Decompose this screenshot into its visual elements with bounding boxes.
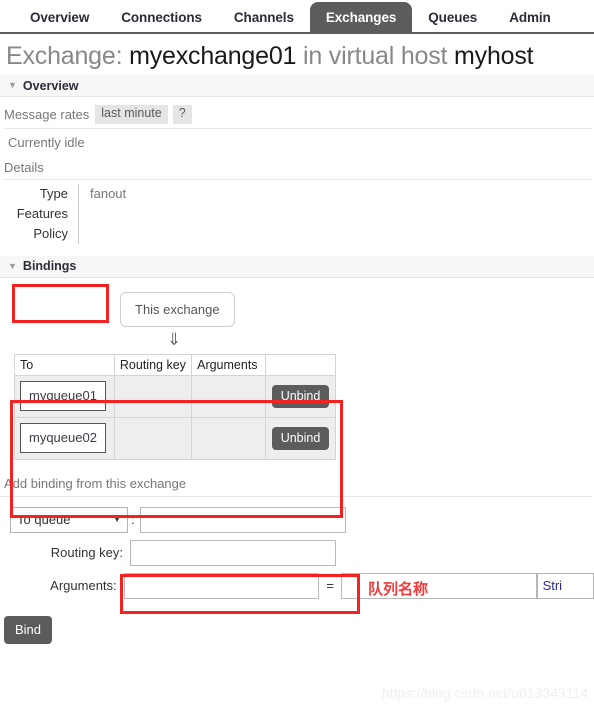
arguments-equals-sign: =: [326, 578, 334, 594]
this-exchange-node: This exchange: [120, 291, 235, 327]
cell-action-1: Unbind: [265, 416, 336, 460]
page-title-middle: in virtual host: [303, 42, 448, 70]
unbind-button-0[interactable]: Unbind: [271, 384, 330, 408]
help-icon[interactable]: ?: [172, 105, 192, 124]
routing-key-label: Routing key:: [50, 545, 123, 561]
argument-type-value: Stri: [542, 578, 563, 594]
page-title-vhost: myhost: [454, 42, 534, 70]
message-rates-header: Message rates last minute ?: [4, 105, 592, 129]
page-root: Overview Connections Channels Exchanges …: [0, 0, 594, 711]
details-key-features: Features: [16, 205, 68, 221]
form-row-arguments: Arguments: = Stri: [4, 572, 594, 599]
bindings-table: To Routing key Arguments myqueue01 Unbin…: [14, 353, 336, 460]
details-value-type: fanout: [78, 183, 594, 204]
queue-link-wrap-1[interactable]: myqueue02: [20, 423, 106, 454]
message-rates-section: Message rates last minute ? Currently id…: [0, 105, 594, 154]
table-row: myqueue02 Unbind: [14, 416, 336, 460]
page-title: Exchange: myexchange01 in virtual host m…: [0, 34, 594, 73]
bind-button[interactable]: Bind: [4, 615, 53, 644]
section-bindings-label: Bindings: [22, 259, 77, 274]
bind-button-wrap: Bind: [0, 606, 594, 644]
rate-period-button[interactable]: last minute: [95, 105, 168, 124]
queue-link-myqueue02[interactable]: myqueue02: [29, 430, 97, 445]
argument-type-select[interactable]: Stri: [536, 572, 594, 599]
tab-admin[interactable]: Admin: [493, 2, 567, 34]
queue-link-myqueue01[interactable]: myqueue01: [29, 388, 97, 403]
destination-type-select[interactable]: To queue ▼: [10, 506, 128, 533]
column-actions: [265, 353, 336, 376]
tab-channels[interactable]: Channels: [218, 2, 310, 34]
details-table: Type fanout Features Policy: [4, 183, 594, 244]
details-section: Details Type fanout Features Policy: [0, 154, 594, 244]
details-key-type: Type: [39, 185, 68, 201]
chevron-down-icon: ▼: [113, 515, 121, 525]
cell-arguments-1: [191, 416, 267, 460]
caret-down-icon: ▼: [8, 80, 17, 90]
annotation-queue-name-label: 队列名称: [368, 581, 429, 598]
cell-action-0: Unbind: [265, 374, 336, 418]
details-row-policy: Policy: [8, 223, 594, 244]
column-to[interactable]: To: [14, 353, 115, 376]
section-overview-label: Overview: [22, 78, 79, 93]
cell-routing-key-0: [113, 374, 193, 418]
add-binding-form: To queue ▼ : Routing key: Arguments: = S…: [0, 506, 594, 599]
column-routing-key[interactable]: Routing key: [113, 353, 193, 376]
details-row-type: Type fanout: [8, 183, 594, 204]
cell-routing-key-1: [113, 416, 193, 460]
tab-queues[interactable]: Queues: [412, 2, 493, 34]
destination-type-value: To queue: [17, 512, 71, 528]
tab-connections[interactable]: Connections: [105, 2, 218, 34]
page-title-exchange-name: myexchange01: [129, 42, 297, 70]
tab-overview[interactable]: Overview: [14, 2, 105, 34]
cell-to-1: myqueue02: [14, 416, 115, 460]
details-key-policy: Policy: [33, 225, 68, 241]
add-binding-heading: Add binding from this exchange: [0, 476, 592, 497]
bindings-table-header-row: To Routing key Arguments: [14, 353, 336, 376]
tab-exchanges[interactable]: Exchanges: [309, 2, 413, 34]
arguments-label: Arguments:: [50, 578, 117, 594]
details-value-policy: [78, 223, 594, 244]
bindings-section: This exchange ⇓ To Routing key Arguments…: [0, 278, 594, 460]
details-value-features: [78, 203, 594, 224]
destination-input[interactable]: [139, 506, 346, 533]
details-label: Details: [4, 154, 592, 180]
queue-link-wrap-0[interactable]: myqueue01: [20, 381, 106, 412]
caret-down-icon-bindings: ▼: [8, 260, 17, 271]
section-bindings-header[interactable]: ▼ Bindings: [0, 255, 594, 278]
cell-arguments-0: [191, 374, 267, 418]
arguments-key-input[interactable]: [123, 572, 320, 599]
currently-idle-text: Currently idle: [8, 134, 85, 150]
message-rates-label: Message rates: [4, 106, 90, 122]
destination-colon: :: [131, 512, 135, 528]
nav-tab-list: Overview Connections Channels Exchanges …: [14, 0, 594, 34]
details-row-features: Features: [8, 203, 594, 224]
column-arguments[interactable]: Arguments: [191, 353, 267, 376]
form-row-destination: To queue ▼ :: [4, 506, 594, 533]
table-row: myqueue01 Unbind: [14, 374, 336, 418]
unbind-button-1[interactable]: Unbind: [271, 426, 330, 450]
form-row-routing-key: Routing key:: [4, 539, 594, 566]
cell-to-0: myqueue01: [14, 374, 115, 418]
main-navigation: Overview Connections Channels Exchanges …: [0, 0, 594, 34]
double-down-arrow-icon: ⇓: [167, 329, 182, 349]
section-overview-header[interactable]: ▼ Overview: [0, 75, 594, 97]
watermark-text: https://blog.csdn.net/u013343114: [381, 685, 588, 701]
routing-key-input[interactable]: [130, 539, 336, 566]
page-title-prefix: Exchange:: [6, 42, 123, 70]
